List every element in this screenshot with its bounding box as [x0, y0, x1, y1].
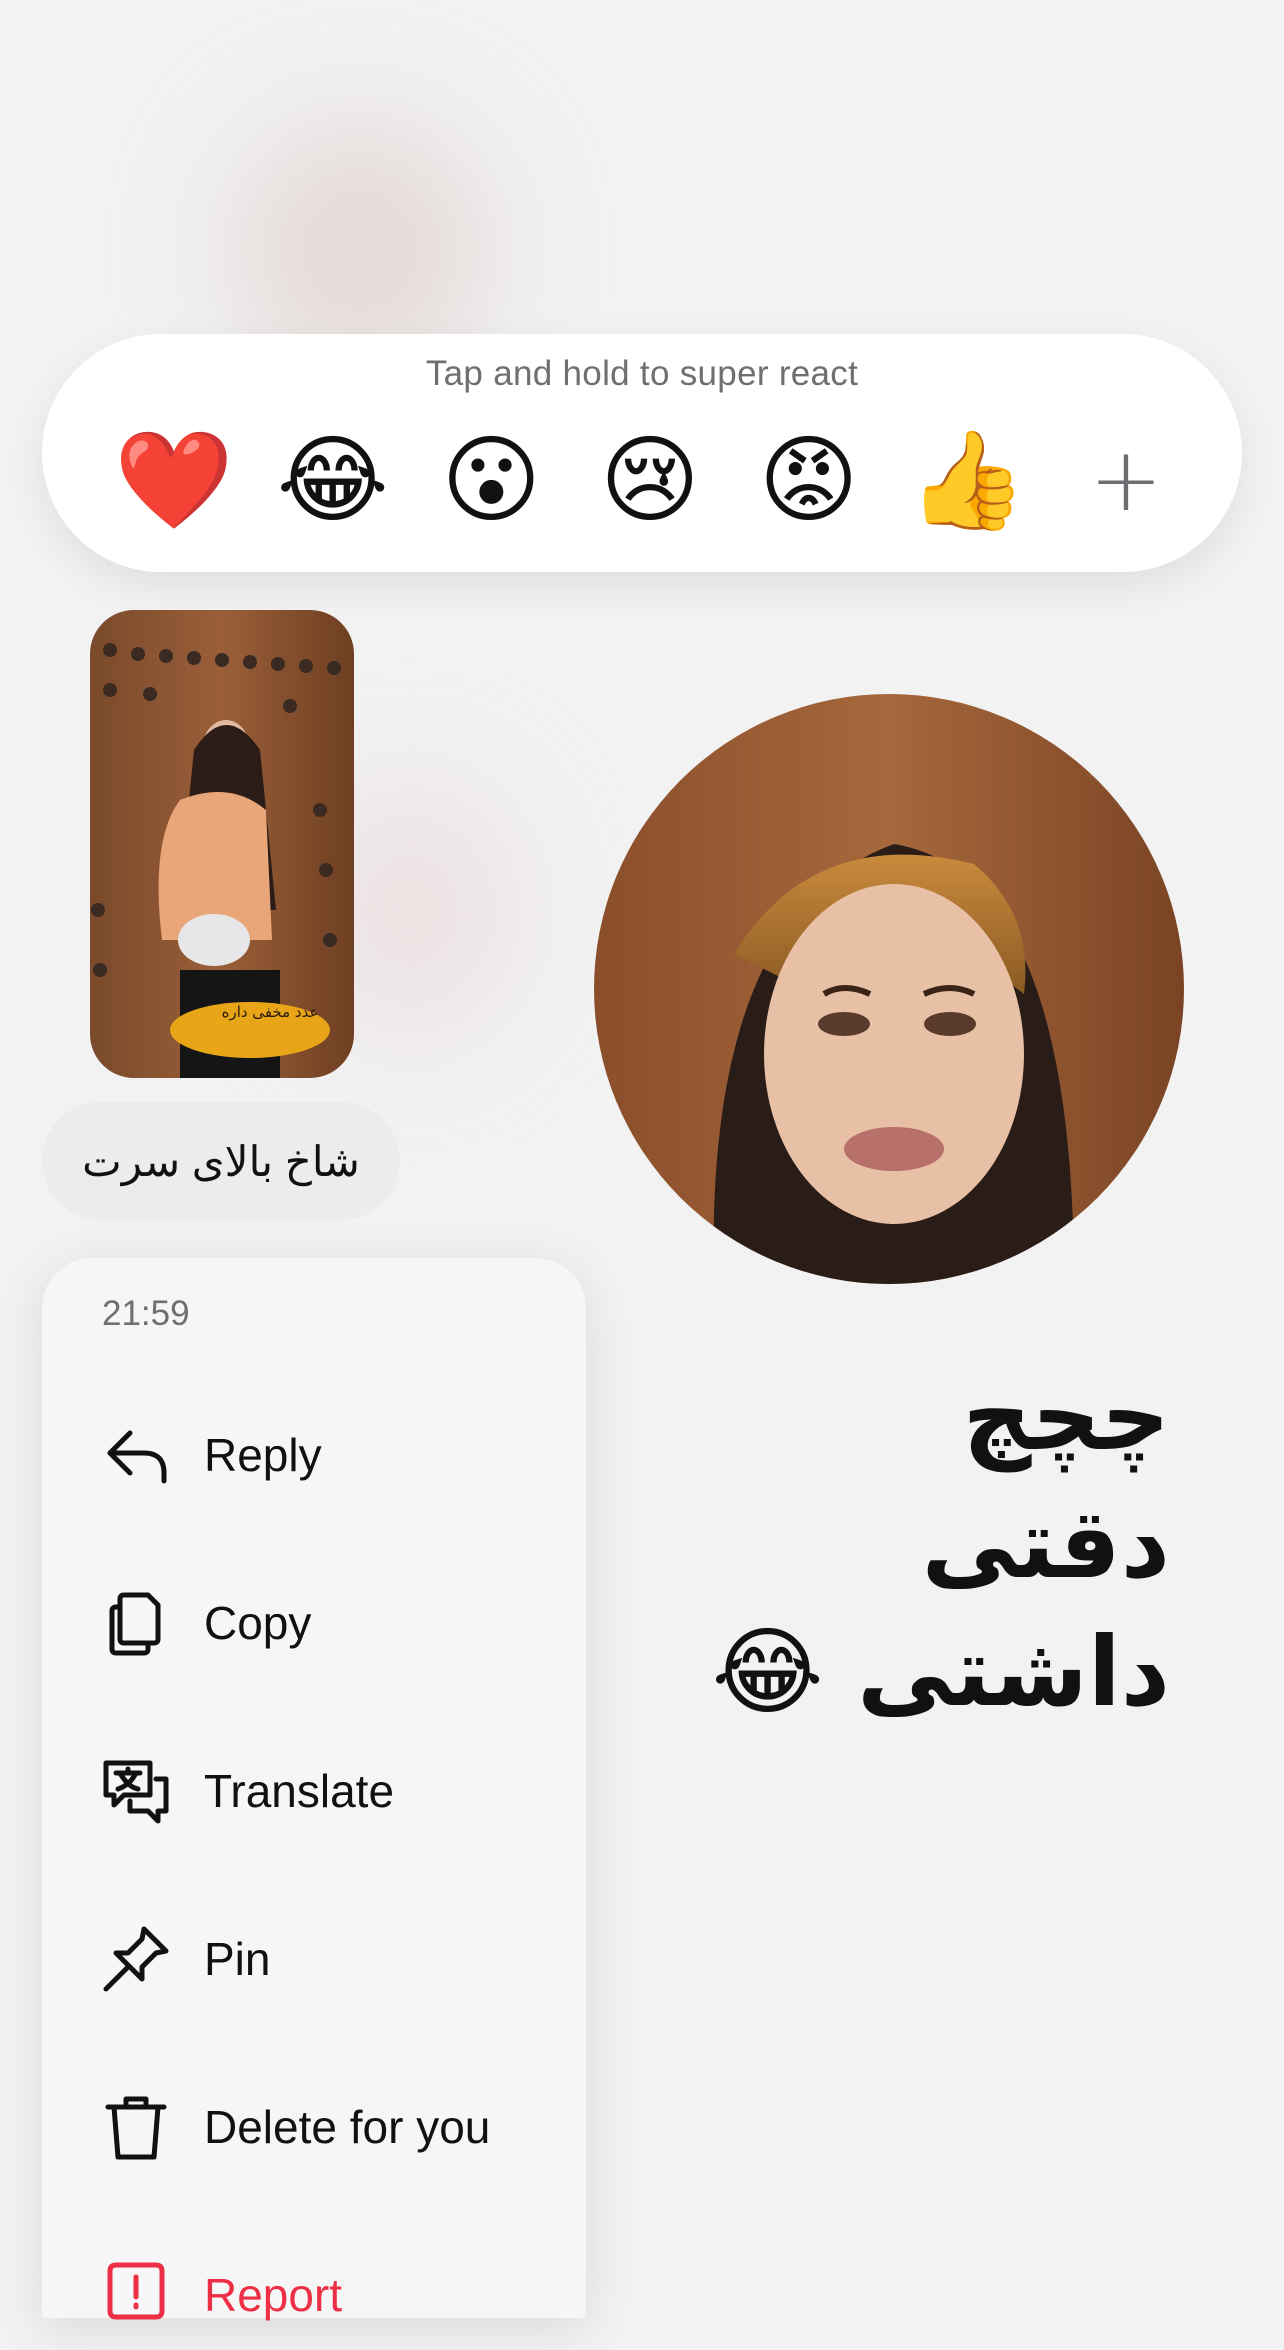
sticker-text-line: چچچ دقتی — [921, 1360, 1170, 1600]
story-sticker-label: عدد مخفی داره — [221, 1003, 319, 1021]
menu-item-label: Report — [204, 2269, 343, 2321]
menu-item-label: Translate — [204, 1765, 395, 1817]
reaction-thumbs-up[interactable]: 👍 — [907, 420, 1028, 540]
message-context-menu: 21:59 Reply Copy Translate Pin Delete fo… — [42, 1258, 586, 2321]
reaction-row: ❤️ 😂 😮 😢 😡 👍 + — [114, 420, 1186, 540]
menu-item-label: Copy — [204, 1597, 312, 1649]
menu-item-copy[interactable]: Copy — [42, 1568, 586, 1678]
menu-item-report[interactable]: Report — [42, 2240, 586, 2350]
reply-arrow-icon — [100, 1419, 172, 1491]
sticker-photo — [594, 694, 1184, 1284]
menu-item-pin[interactable]: Pin — [42, 1904, 586, 2014]
plus-icon[interactable]: + — [1066, 420, 1186, 540]
pin-icon — [100, 1923, 172, 1995]
reaction-angry[interactable]: 😡 — [749, 420, 869, 540]
reaction-bar: Tap and hold to super react ❤️ 😂 😮 😢 😡 👍… — [42, 334, 1242, 572]
reaction-laughing[interactable]: 😂 — [273, 420, 393, 540]
menu-item-delete[interactable]: Delete for you — [42, 2072, 586, 2182]
menu-item-label: Delete for you — [204, 2101, 491, 2153]
copy-icon — [100, 1587, 172, 1659]
translate-icon — [100, 1755, 172, 1827]
reaction-heart[interactable]: ❤️ — [114, 420, 234, 540]
menu-item-label: Pin — [204, 1933, 271, 1985]
reaction-surprised[interactable]: 😮 — [431, 420, 551, 540]
report-icon — [100, 2259, 172, 2331]
message-timestamp: 21:59 — [102, 1294, 190, 1333]
photo-sticker[interactable] — [594, 694, 1184, 1284]
trash-icon — [100, 2091, 172, 2163]
menu-item-label: Reply — [204, 1429, 322, 1481]
menu-item-translate[interactable]: Translate — [42, 1736, 586, 1846]
reply-message-bubble[interactable]: شاخ بالای سرت — [42, 1102, 400, 1220]
menu-item-reply[interactable]: Reply — [42, 1400, 586, 1510]
reaction-hint: Tap and hold to super react — [425, 354, 859, 393]
reaction-crying[interactable]: 😢 — [590, 420, 710, 540]
sticker-text: چچچ دقتی داشتی 😂 — [700, 1352, 1170, 1736]
sticker-text-line: داشتی 😂 — [711, 1616, 1170, 1728]
